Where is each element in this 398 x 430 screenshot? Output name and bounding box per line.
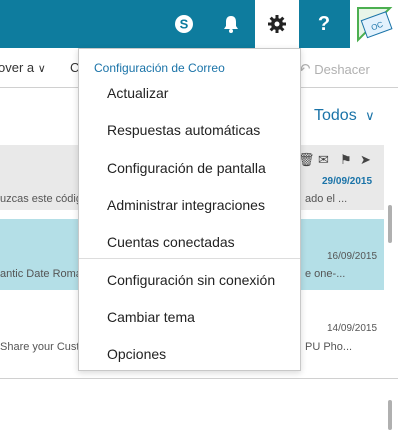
filter-dropdown[interactable]: Todos ∨: [314, 107, 375, 125]
message-snippet: ado el ...: [305, 193, 348, 205]
help-button[interactable]: ?: [302, 0, 346, 48]
move-to-label: over a: [0, 60, 35, 75]
menu-item-change-theme[interactable]: Cambiar tema: [107, 309, 195, 325]
menu-item-manage-integrations[interactable]: Administrar integraciones: [107, 197, 265, 213]
message-date: 16/09/2015: [327, 251, 378, 262]
top-bar: S ? OC: [0, 0, 398, 48]
mark-read-icon[interactable]: ✉: [318, 152, 329, 168]
settings-menu: Configuración de Correo Actualizar Respu…: [78, 48, 301, 371]
help-icon: ?: [317, 12, 331, 35]
message-snippet: e one-...: [305, 268, 346, 280]
divider: [0, 378, 398, 379]
reading-pane-scrollbar[interactable]: [388, 400, 392, 430]
message-snippet: Share your Cust: [0, 341, 80, 353]
menu-item-display-settings[interactable]: Configuración de pantalla: [107, 160, 266, 176]
notifications-button[interactable]: [209, 0, 253, 48]
skype-icon: S: [175, 15, 193, 33]
flag-icon[interactable]: ⚑: [340, 152, 352, 168]
filter-label: Todos: [314, 107, 357, 124]
undo-button[interactable]: ↶ Deshacer: [298, 60, 370, 78]
message-date: 29/09/2015: [322, 176, 373, 187]
message-date: 14/09/2015: [327, 323, 378, 334]
menu-header: Configuración de Correo: [94, 61, 225, 75]
pin-icon[interactable]: ➤: [360, 152, 371, 168]
menu-item-automatic-replies[interactable]: Respuestas automáticas: [107, 122, 260, 138]
menu-item-options[interactable]: Opciones: [107, 346, 166, 362]
move-to-button[interactable]: over a ∨: [0, 60, 46, 75]
chevron-down-icon: ∨: [365, 108, 375, 123]
chevron-down-icon: ∨: [37, 63, 46, 75]
menu-divider: [79, 258, 300, 259]
menu-item-refresh[interactable]: Actualizar: [107, 85, 168, 101]
menu-item-connected-accounts[interactable]: Cuentas conectadas: [107, 234, 235, 250]
avatar-image: OC: [352, 2, 396, 46]
bell-icon: [224, 16, 238, 33]
gear-icon: [268, 15, 286, 33]
avatar[interactable]: OC: [350, 0, 398, 48]
menu-item-offline-settings[interactable]: Configuración sin conexión: [107, 272, 275, 288]
message-snippet: uzcas este código: [0, 193, 89, 205]
svg-text:S: S: [180, 17, 189, 32]
undo-label: Deshacer: [314, 62, 370, 77]
message-snippet: antic Date Roma: [0, 268, 82, 280]
skype-button[interactable]: S: [162, 0, 206, 48]
message-list-scrollbar[interactable]: [388, 205, 392, 243]
message-snippet: PU Pho...: [305, 341, 353, 353]
settings-button[interactable]: [255, 0, 299, 48]
